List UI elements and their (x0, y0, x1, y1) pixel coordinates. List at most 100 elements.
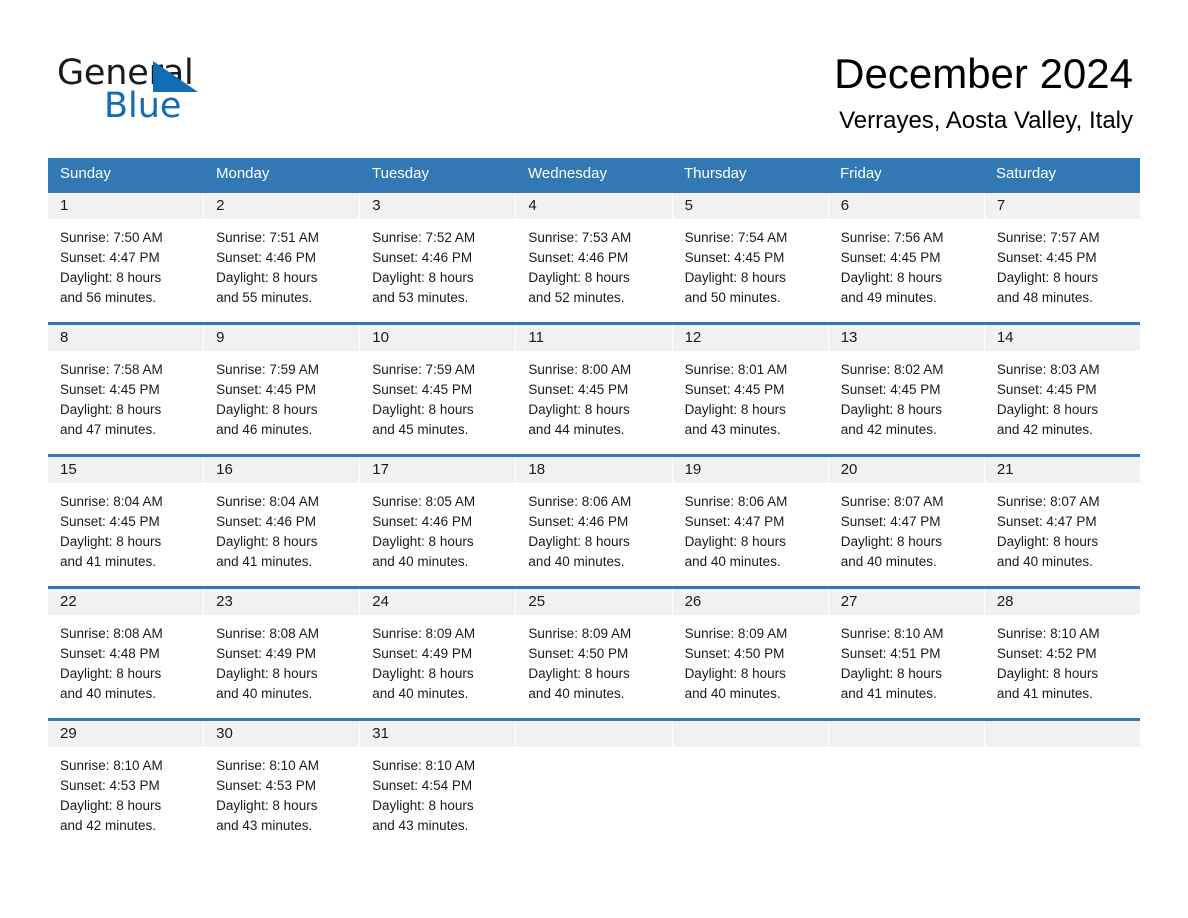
daylight-text-line1: Daylight: 8 hours (840, 270, 943, 285)
daylight-text-line1: Daylight: 8 hours (60, 534, 162, 549)
day-number-band: 5 (672, 193, 828, 219)
day-cell[interactable]: 28 Sunrise: 8:10 AM Sunset: 4:52 PM Dayl… (984, 589, 1140, 718)
day-cell[interactable]: 20 Sunrise: 8:07 AM Sunset: 4:47 PM Dayl… (828, 457, 985, 586)
day-number: 3 (372, 197, 381, 214)
daylight-text-line2: and 56 minutes. (60, 290, 157, 305)
day-cell[interactable]: 18 Sunrise: 8:06 AM Sunset: 4:46 PM Dayl… (516, 457, 673, 586)
logo-text-blue: Blue (104, 86, 182, 126)
day-cell[interactable]: 25 Sunrise: 8:09 AM Sunset: 4:50 PM Dayl… (516, 589, 673, 718)
day-details: Sunrise: 7:50 AM Sunset: 4:47 PM Dayligh… (48, 219, 203, 308)
daylight-text-line1: Daylight: 8 hours (372, 666, 474, 681)
day-cell[interactable]: 10 Sunrise: 7:59 AM Sunset: 4:45 PM Dayl… (360, 325, 517, 454)
sunset-text: Sunset: 4:47 PM (60, 250, 160, 265)
daylight-text-line2: and 41 minutes. (60, 554, 157, 569)
day-number-band: 26 (672, 589, 828, 615)
sunset-text: Sunset: 4:49 PM (216, 646, 316, 661)
day-details: Sunrise: 7:52 AM Sunset: 4:46 PM Dayligh… (360, 219, 515, 308)
weekday-header-friday: Friday (840, 165, 882, 182)
day-details: Sunrise: 7:53 AM Sunset: 4:46 PM Dayligh… (516, 219, 671, 308)
day-cell[interactable]: 23 Sunrise: 8:08 AM Sunset: 4:49 PM Dayl… (204, 589, 361, 718)
day-cell[interactable]: 1 Sunrise: 7:50 AM Sunset: 4:47 PM Dayli… (48, 193, 205, 322)
general-blue-logo[interactable]: General Blue (57, 53, 317, 131)
day-cell[interactable]: 17 Sunrise: 8:05 AM Sunset: 4:46 PM Dayl… (360, 457, 517, 586)
sunset-text: Sunset: 4:45 PM (996, 250, 1097, 265)
weekday-header-thursday: Thursday (684, 165, 747, 182)
daylight-text-line2: and 43 minutes. (372, 818, 469, 833)
sunrise-text: Sunrise: 8:09 AM (528, 626, 632, 641)
day-cell[interactable]: 13 Sunrise: 8:02 AM Sunset: 4:45 PM Dayl… (828, 325, 985, 454)
daylight-text-line1: Daylight: 8 hours (528, 270, 630, 285)
week-row: 8 Sunrise: 7:58 AM Sunset: 4:45 PM Dayli… (48, 322, 1140, 454)
sunset-text: Sunset: 4:45 PM (684, 382, 785, 397)
day-cell[interactable]: 30 Sunrise: 8:10 AM Sunset: 4:53 PM Dayl… (204, 721, 361, 850)
day-number: 1 (60, 197, 69, 214)
day-cell[interactable]: 21 Sunrise: 8:07 AM Sunset: 4:47 PM Dayl… (984, 457, 1140, 586)
day-cell[interactable]: 12 Sunrise: 8:01 AM Sunset: 4:45 PM Dayl… (672, 325, 829, 454)
day-cell[interactable]: 16 Sunrise: 8:04 AM Sunset: 4:46 PM Dayl… (204, 457, 361, 586)
day-number: 23 (216, 593, 233, 610)
week-row: 22 Sunrise: 8:08 AM Sunset: 4:48 PM Dayl… (48, 586, 1140, 718)
daylight-text-line2: and 52 minutes. (528, 290, 625, 305)
daylight-text-line2: and 40 minutes. (372, 686, 469, 701)
daylight-text-line2: and 42 minutes. (996, 422, 1093, 437)
day-cell[interactable]: 5 Sunrise: 7:54 AM Sunset: 4:45 PM Dayli… (672, 193, 829, 322)
day-number-band: 16 (204, 457, 360, 483)
sunrise-text: Sunrise: 8:04 AM (60, 494, 163, 509)
daylight-text-line1: Daylight: 8 hours (372, 798, 474, 813)
day-number: 7 (996, 197, 1006, 214)
day-number: 22 (60, 593, 77, 610)
sunset-text: Sunset: 4:45 PM (840, 382, 941, 397)
daylight-text-line1: Daylight: 8 hours (528, 402, 630, 417)
daylight-text-line1: Daylight: 8 hours (372, 534, 474, 549)
daylight-text-line2: and 53 minutes. (372, 290, 469, 305)
sunrise-text: Sunrise: 8:02 AM (840, 362, 944, 377)
day-cell[interactable]: 15 Sunrise: 8:04 AM Sunset: 4:45 PM Dayl… (48, 457, 205, 586)
day-number: 17 (372, 461, 389, 478)
day-cell[interactable]: 14 Sunrise: 8:03 AM Sunset: 4:45 PM Dayl… (984, 325, 1140, 454)
day-cell[interactable]: 19 Sunrise: 8:06 AM Sunset: 4:47 PM Dayl… (672, 457, 829, 586)
day-cell[interactable]: 31 Sunrise: 8:10 AM Sunset: 4:54 PM Dayl… (360, 721, 517, 850)
day-cell[interactable]: 24 Sunrise: 8:09 AM Sunset: 4:49 PM Dayl… (360, 589, 517, 718)
weekday-header-saturday: Saturday (996, 165, 1057, 182)
daylight-text-line1: Daylight: 8 hours (372, 402, 474, 417)
day-number (516, 725, 528, 742)
sunset-text: Sunset: 4:52 PM (996, 646, 1097, 661)
day-number: 13 (840, 329, 858, 346)
day-cell[interactable]: 22 Sunrise: 8:08 AM Sunset: 4:48 PM Dayl… (48, 589, 205, 718)
day-number: 10 (372, 329, 389, 346)
day-number: 28 (996, 593, 1014, 610)
day-cell[interactable]: 4 Sunrise: 7:53 AM Sunset: 4:46 PM Dayli… (516, 193, 673, 322)
daylight-text-line1: Daylight: 8 hours (840, 534, 943, 549)
daylight-text-line1: Daylight: 8 hours (372, 270, 474, 285)
day-cell[interactable]: 6 Sunrise: 7:56 AM Sunset: 4:45 PM Dayli… (828, 193, 985, 322)
daylight-text-line2: and 40 minutes. (528, 554, 625, 569)
day-number: 14 (996, 329, 1014, 346)
day-cell[interactable]: 27 Sunrise: 8:10 AM Sunset: 4:51 PM Dayl… (828, 589, 985, 718)
sunrise-text: Sunrise: 8:07 AM (840, 494, 944, 509)
day-details: Sunrise: 8:10 AM Sunset: 4:52 PM Dayligh… (985, 615, 1140, 704)
day-details: Sunrise: 7:54 AM Sunset: 4:45 PM Dayligh… (673, 219, 828, 308)
sunrise-text: Sunrise: 7:59 AM (372, 362, 476, 377)
daylight-text-line2: and 43 minutes. (684, 422, 781, 437)
sunrise-text: Sunrise: 8:09 AM (372, 626, 476, 641)
day-cell[interactable]: 11 Sunrise: 8:00 AM Sunset: 4:45 PM Dayl… (516, 325, 673, 454)
day-cell[interactable]: 8 Sunrise: 7:58 AM Sunset: 4:45 PM Dayli… (48, 325, 205, 454)
day-cell[interactable]: 3 Sunrise: 7:52 AM Sunset: 4:46 PM Dayli… (360, 193, 517, 322)
day-cell[interactable]: 2 Sunrise: 7:51 AM Sunset: 4:46 PM Dayli… (204, 193, 361, 322)
day-details: Sunrise: 7:59 AM Sunset: 4:45 PM Dayligh… (204, 351, 359, 440)
daylight-text-line2: and 49 minutes. (840, 290, 937, 305)
day-cell[interactable]: 29 Sunrise: 8:10 AM Sunset: 4:53 PM Dayl… (48, 721, 205, 850)
page-header: General Blue December 2024 Verrayes, Aos… (0, 0, 1188, 155)
day-cell[interactable]: 26 Sunrise: 8:09 AM Sunset: 4:50 PM Dayl… (672, 589, 829, 718)
weekday-header-wednesday: Wednesday (528, 165, 607, 182)
day-details: Sunrise: 8:06 AM Sunset: 4:47 PM Dayligh… (673, 483, 828, 572)
sunset-text: Sunset: 4:49 PM (372, 646, 473, 661)
day-number: 16 (216, 461, 233, 478)
daylight-text-line1: Daylight: 8 hours (996, 666, 1099, 681)
daylight-text-line1: Daylight: 8 hours (216, 666, 318, 681)
sunset-text: Sunset: 4:46 PM (372, 250, 473, 265)
day-cell[interactable]: 9 Sunrise: 7:59 AM Sunset: 4:45 PM Dayli… (204, 325, 361, 454)
daylight-text-line2: and 41 minutes. (996, 686, 1093, 701)
sunrise-text: Sunrise: 7:59 AM (216, 362, 319, 377)
day-cell[interactable]: 7 Sunrise: 7:57 AM Sunset: 4:45 PM Dayli… (984, 193, 1140, 322)
